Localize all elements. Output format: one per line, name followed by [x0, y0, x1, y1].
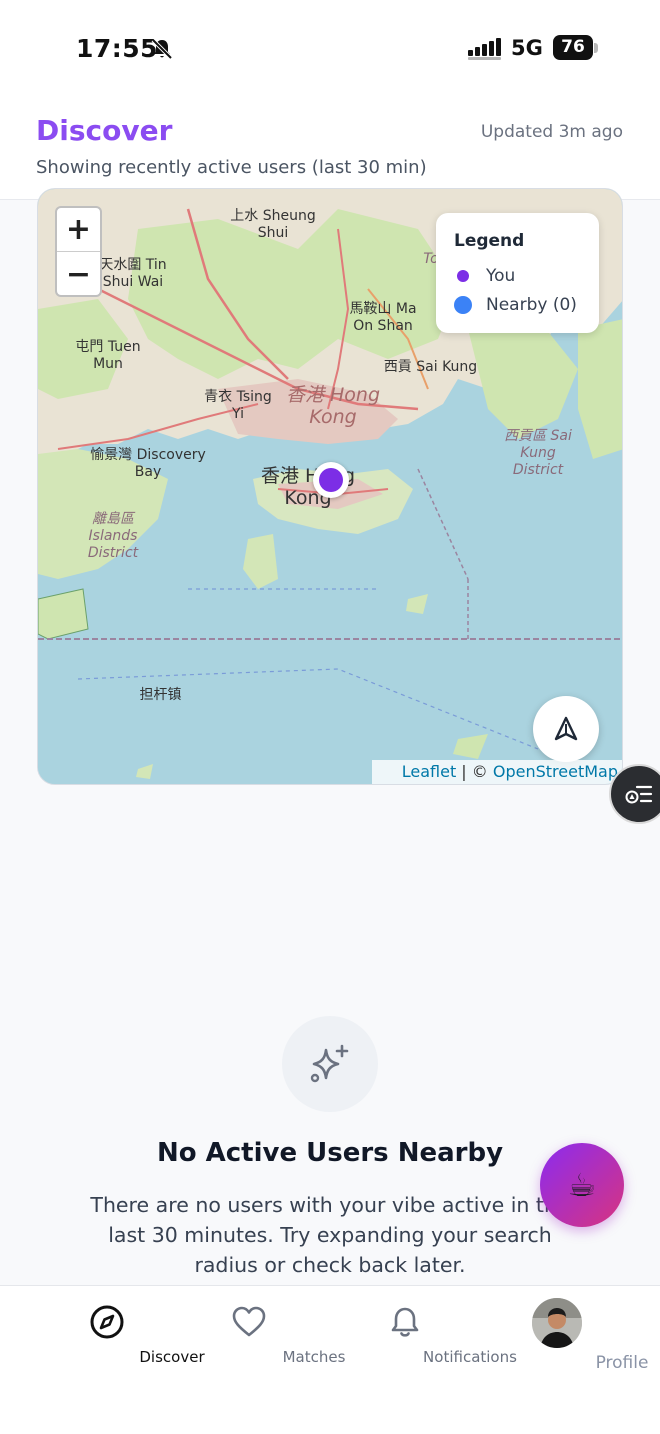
sparkles-icon [310, 1044, 349, 1083]
map-label-tuen-mun: 屯門 Tuen Mun [75, 339, 141, 372]
battery-indicator: 76 [553, 35, 593, 60]
legend-label-you: You [486, 265, 516, 286]
map-legend: Legend You Nearby (0) [436, 213, 599, 333]
bottom-navigation: Discover Matches Notifications Profile [0, 1285, 660, 1434]
battery-cap [594, 43, 598, 53]
legend-row-you: You [454, 261, 581, 290]
bell-off-icon [151, 38, 173, 60]
legend-row-nearby: Nearby (0) [454, 290, 581, 319]
page-subtitle: Showing recently active users (last 30 m… [36, 157, 427, 178]
nav-label-profile: Profile [595, 1353, 649, 1373]
map-label-sai-kung: 西貢 Sai Kung [383, 359, 478, 375]
legend-title: Legend [454, 231, 525, 251]
map-label-sai-kung-district: 西貢區 Sai Kung District [504, 428, 572, 478]
leaflet-link[interactable]: Leaflet [402, 762, 456, 781]
map-label-tsing-yi: 青衣 Tsing Yi [204, 389, 272, 422]
heart-icon [232, 1306, 266, 1337]
filter-list-icon [625, 785, 653, 804]
empty-state-icon-wrap [282, 1016, 378, 1112]
zoom-out-button[interactable]: − [57, 252, 100, 295]
map-label-ma-on-shan: 馬鞍山 Ma On Shan [349, 301, 417, 334]
nav-item-discover[interactable]: Discover [42, 1286, 205, 1386]
map-label-hong-kong-center: 香港 Hong Kong [285, 384, 381, 428]
status-time: 17:55 [76, 34, 159, 63]
map-label-sheung-shui: 上水 Sheung Shui [230, 208, 316, 241]
zoom-control: + − [55, 206, 102, 297]
map-label-danganzhen: 担杆镇 [139, 687, 182, 703]
map-label-islands-district: 離島區 Islands District [87, 511, 139, 561]
network-type: 5G [511, 36, 543, 60]
signal-icon [468, 38, 501, 60]
map-view[interactable]: 上水 Sheung Shui 天水圍 Tin Shui Wai 屯門 Tuen … [37, 188, 623, 785]
avatar [532, 1298, 582, 1348]
bell-icon [391, 1307, 419, 1337]
page-header: Discover Updated 3m ago Showing recently… [0, 100, 660, 200]
map-attribution: Leaflet | © OpenStreetMap [371, 760, 622, 784]
map-label-discovery-bay: 愉景灣 Discovery Bay [90, 447, 206, 480]
avatar-photo [532, 1298, 582, 1348]
coffee-button[interactable]: ☕ [540, 1143, 624, 1227]
map-label-tin-shui-wai: 天水圍 Tin Shui Wai [99, 257, 167, 290]
legend-label-nearby: Nearby (0) [486, 294, 577, 315]
user-location-marker[interactable] [313, 462, 349, 498]
coffee-icon: ☕ [567, 1166, 597, 1204]
navigation-arrow-icon [554, 716, 578, 741]
compass-icon [90, 1305, 124, 1339]
locate-me-button[interactable] [533, 696, 599, 762]
nav-item-notifications[interactable]: Notifications [340, 1286, 517, 1386]
nearby-dot-icon [454, 295, 472, 314]
filter-list-button[interactable] [609, 764, 660, 824]
nav-item-profile[interactable]: Profile [492, 1286, 648, 1386]
openstreetmap-link[interactable]: OpenStreetMap [493, 762, 618, 781]
attribution-separator: | © [456, 762, 493, 781]
nav-item-matches[interactable]: Matches [184, 1286, 345, 1386]
updated-timestamp: Updated 3m ago [480, 122, 623, 142]
page-title: Discover [36, 114, 173, 147]
empty-state-description: There are no users with your vibe active… [90, 1193, 570, 1277]
zoom-in-button[interactable]: + [57, 208, 100, 252]
you-dot-icon [457, 269, 469, 282]
status-bar: 17:55 5G 76 [0, 0, 660, 100]
